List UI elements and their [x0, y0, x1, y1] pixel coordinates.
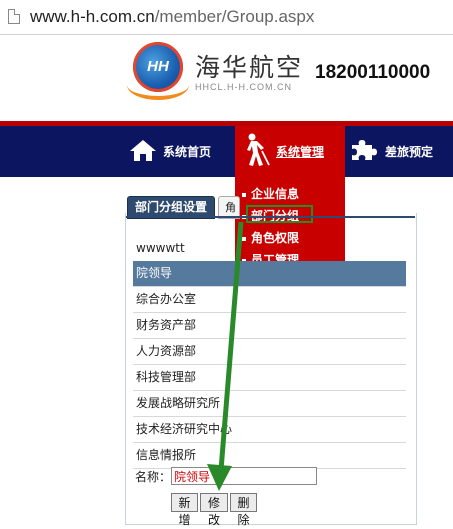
- list-item[interactable]: 科技管理部: [133, 365, 406, 391]
- name-label: 名称：: [135, 470, 172, 484]
- list-item[interactable]: 财务资产部: [133, 313, 406, 339]
- logo-icon[interactable]: HH: [133, 42, 183, 92]
- url-text[interactable]: www.h-h.com.cn/member/Group.aspx: [30, 7, 314, 27]
- url-path: /member/Group.aspx: [154, 7, 315, 26]
- walking-person-icon: [240, 133, 270, 170]
- main-nav: 系统首页 系统管理 差旅预定: [0, 126, 453, 177]
- bullet-icon: [242, 192, 246, 197]
- list-item[interactable]: 信息情报所: [133, 443, 406, 469]
- nav-item-home[interactable]: 系统首页: [129, 126, 211, 177]
- delete-button[interactable]: 删除: [230, 493, 257, 527]
- url-host: www.h-h.com.cn: [30, 7, 155, 26]
- edit-button[interactable]: 修改: [200, 493, 228, 527]
- nav-item-system[interactable]: 系统管理: [235, 126, 345, 177]
- page-icon: [8, 9, 20, 24]
- list-item[interactable]: 人力资源部: [133, 339, 406, 365]
- puzzle-icon: [349, 138, 379, 165]
- phone-number: 18200110000: [315, 62, 431, 83]
- company-name: wwwwtt: [136, 241, 185, 255]
- logo-text: HH: [147, 58, 169, 75]
- list-item[interactable]: 发展战略研究所: [133, 391, 406, 417]
- home-icon: [129, 138, 157, 165]
- add-button[interactable]: 新增: [171, 493, 198, 527]
- menu-item-label: 企业信息: [251, 187, 300, 201]
- nav-item-travel[interactable]: 差旅预定: [349, 126, 433, 177]
- name-input[interactable]: [171, 467, 317, 485]
- nav-travel-label: 差旅预定: [385, 145, 434, 159]
- nav-system-label: 系统管理: [276, 145, 325, 159]
- brand-domain: HHCL.H-H.COM.CN: [195, 82, 292, 92]
- list-item[interactable]: 院领导: [133, 261, 406, 287]
- brand-name: 海华航空: [195, 53, 304, 82]
- address-bar[interactable]: www.h-h.com.cn/member/Group.aspx: [0, 0, 453, 35]
- list-item[interactable]: 技术经济研究中心: [133, 417, 406, 443]
- group-list: wwwwtt 院领导 综合办公室 财务资产部 人力资源部 科技管理部 发展战略研…: [133, 236, 406, 469]
- nav-home-label: 系统首页: [163, 145, 212, 159]
- menu-item-company-info[interactable]: 企业信息: [242, 185, 299, 202]
- list-item[interactable]: 综合办公室: [133, 287, 406, 313]
